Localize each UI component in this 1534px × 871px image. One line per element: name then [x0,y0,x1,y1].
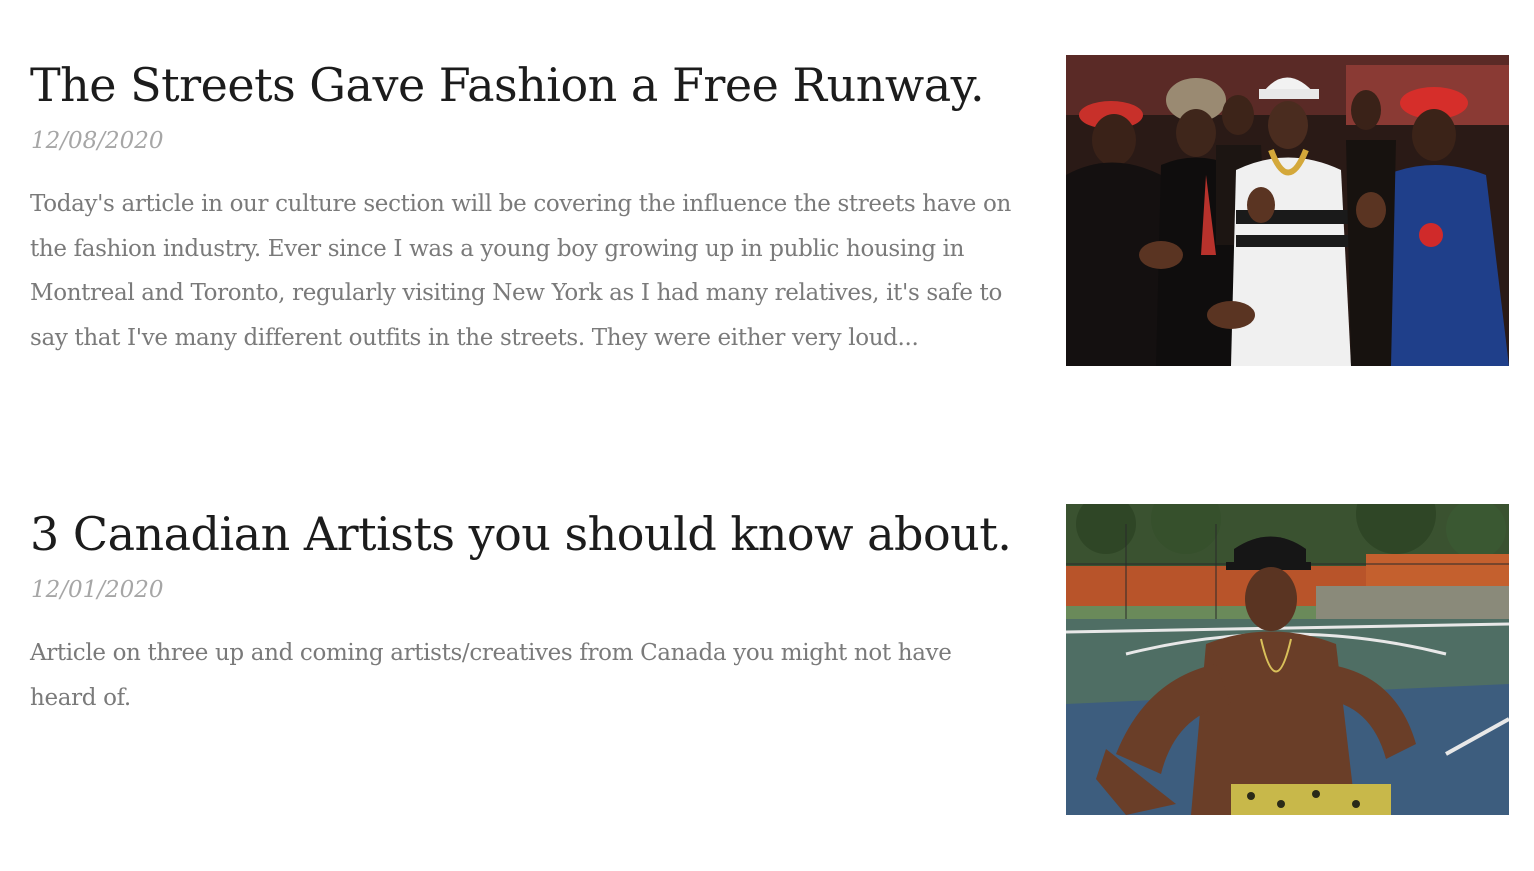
post-thumbnail-image[interactable] [1066,504,1509,815]
post-date: 12/08/2020 [31,128,164,154]
blog-post-card: 3 Canadian Artists you should know about… [0,449,1534,869]
blog-post-list: The Streets Gave Fashion a Free Runway. … [0,0,1534,871]
basketball-court-photo-image [1066,504,1509,815]
post-title-link[interactable]: 3 Canadian Artists you should know about… [30,507,1012,561]
post-date: 12/01/2020 [31,577,164,603]
post-thumbnail-image[interactable] [1066,55,1509,366]
post-excerpt[interactable]: Article on three up and coming artists/c… [30,631,1015,720]
post-title-link[interactable]: The Streets Gave Fashion a Free Runway. [30,58,985,112]
group-photo-image [1066,55,1509,366]
blog-post-card: The Streets Gave Fashion a Free Runway. … [0,0,1534,430]
post-excerpt[interactable]: Today's article in our culture section w… [30,182,1015,360]
